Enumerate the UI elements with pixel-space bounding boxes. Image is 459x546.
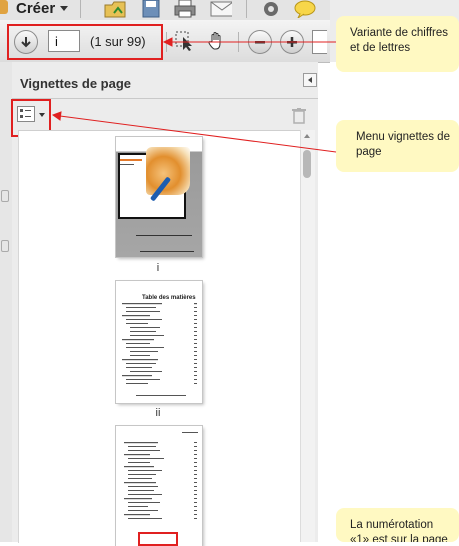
arrow-menu bbox=[59, 115, 337, 153]
arrow-head bbox=[51, 111, 62, 121]
annotation-arrows bbox=[51, 37, 337, 153]
arrow-head bbox=[162, 37, 173, 47]
